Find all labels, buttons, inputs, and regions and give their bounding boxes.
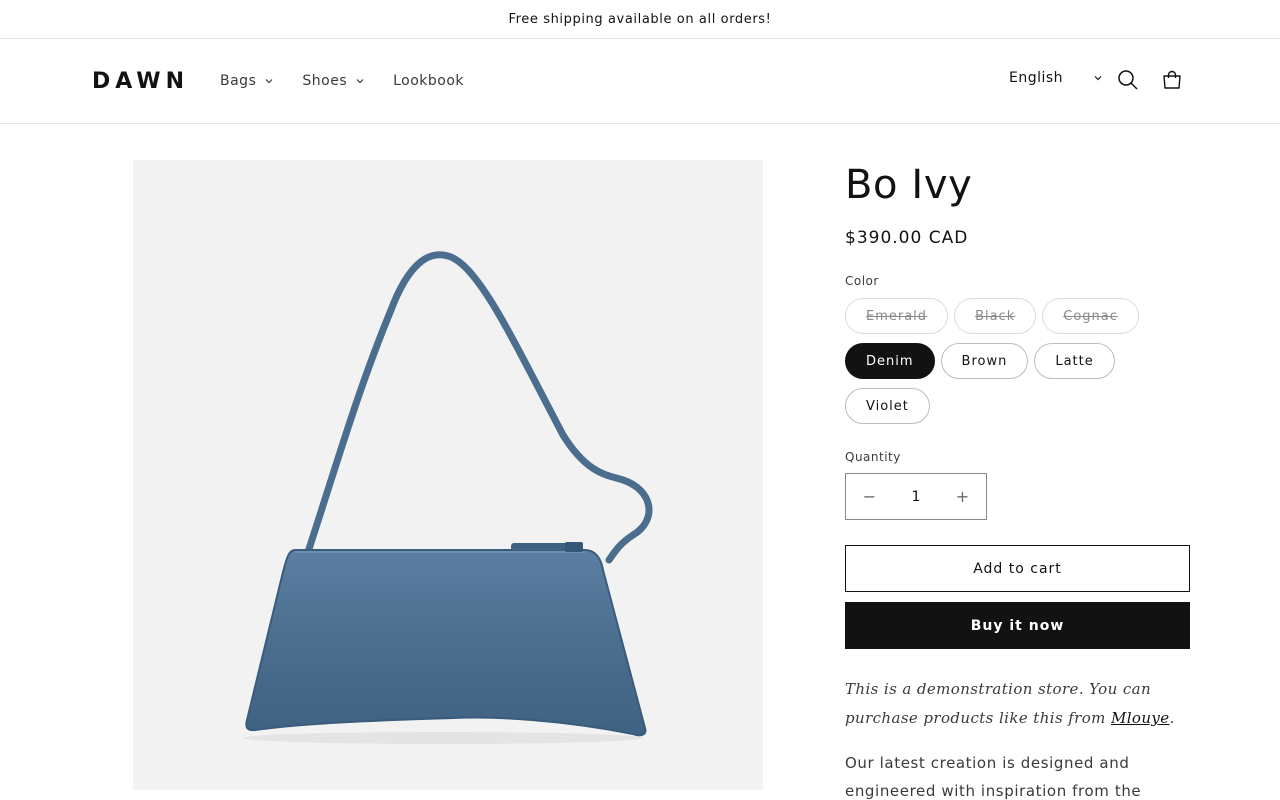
product-image[interactable] bbox=[133, 160, 763, 790]
site-header: DAWN Bags Shoes Lookbook English bbox=[0, 39, 1280, 124]
store-logo[interactable]: DAWN bbox=[92, 69, 189, 94]
cart-button[interactable] bbox=[1159, 67, 1185, 93]
buy-now-button[interactable]: Buy it now bbox=[845, 602, 1190, 649]
color-option-latte[interactable]: Latte bbox=[1034, 343, 1115, 379]
product-price: $390.00 CAD bbox=[845, 228, 969, 248]
nav-item-lookbook[interactable]: Lookbook bbox=[393, 73, 464, 89]
chevron-down-icon bbox=[1094, 76, 1102, 81]
color-option-cognac[interactable]: Cognac bbox=[1042, 298, 1139, 334]
product-title: Bo Ivy bbox=[845, 162, 973, 208]
nav-item-bags[interactable]: Bags bbox=[220, 73, 274, 89]
chevron-down-icon bbox=[356, 79, 364, 84]
quantity-label: Quantity bbox=[845, 450, 901, 464]
cart-icon bbox=[1163, 70, 1181, 89]
quantity-stepper: − + bbox=[845, 473, 987, 520]
chevron-down-icon bbox=[265, 79, 273, 84]
search-button[interactable] bbox=[1115, 67, 1141, 93]
search-icon bbox=[1118, 70, 1138, 90]
demo-store-note: This is a demonstration store. You can p… bbox=[845, 675, 1190, 733]
color-option-brown[interactable]: Brown bbox=[940, 343, 1029, 379]
color-option-emerald[interactable]: Emerald bbox=[845, 298, 949, 334]
color-option-black[interactable]: Black bbox=[954, 298, 1037, 334]
color-label: Color bbox=[845, 274, 879, 288]
quantity-decrease-button[interactable]: − bbox=[846, 474, 893, 519]
color-option-denim[interactable]: Denim bbox=[845, 343, 935, 379]
language-selector[interactable]: English bbox=[1009, 70, 1103, 86]
nav-item-label: Lookbook bbox=[393, 73, 465, 89]
announcement-text: Free shipping available on all orders! bbox=[508, 11, 772, 27]
main-nav: Bags Shoes Lookbook bbox=[220, 39, 492, 123]
quantity-increase-button[interactable]: + bbox=[939, 474, 986, 519]
nav-item-shoes[interactable]: Shoes bbox=[302, 73, 365, 89]
demo-note-suffix: . bbox=[1169, 709, 1175, 727]
nav-item-label: Shoes bbox=[302, 73, 348, 89]
color-option-violet[interactable]: Violet bbox=[845, 388, 930, 424]
handbag-image bbox=[243, 251, 653, 744]
product-description: Our latest creation is designed and engi… bbox=[845, 754, 1142, 800]
demo-note-text: This is a demonstration store. You can p… bbox=[845, 680, 1152, 727]
color-options: Emerald Black Cognac Denim Brown Latte V… bbox=[845, 298, 1190, 433]
product-info: Bo Ivy $390.00 CAD Color Emerald Black C… bbox=[845, 160, 1190, 800]
nav-item-label: Bags bbox=[220, 73, 257, 89]
add-to-cart-button[interactable]: Add to cart bbox=[845, 545, 1190, 592]
announcement-bar: Free shipping available on all orders! bbox=[0, 0, 1280, 39]
language-label: English bbox=[1009, 70, 1064, 86]
mlouye-link[interactable]: Mlouye bbox=[1111, 709, 1170, 727]
quantity-input[interactable] bbox=[893, 474, 939, 519]
